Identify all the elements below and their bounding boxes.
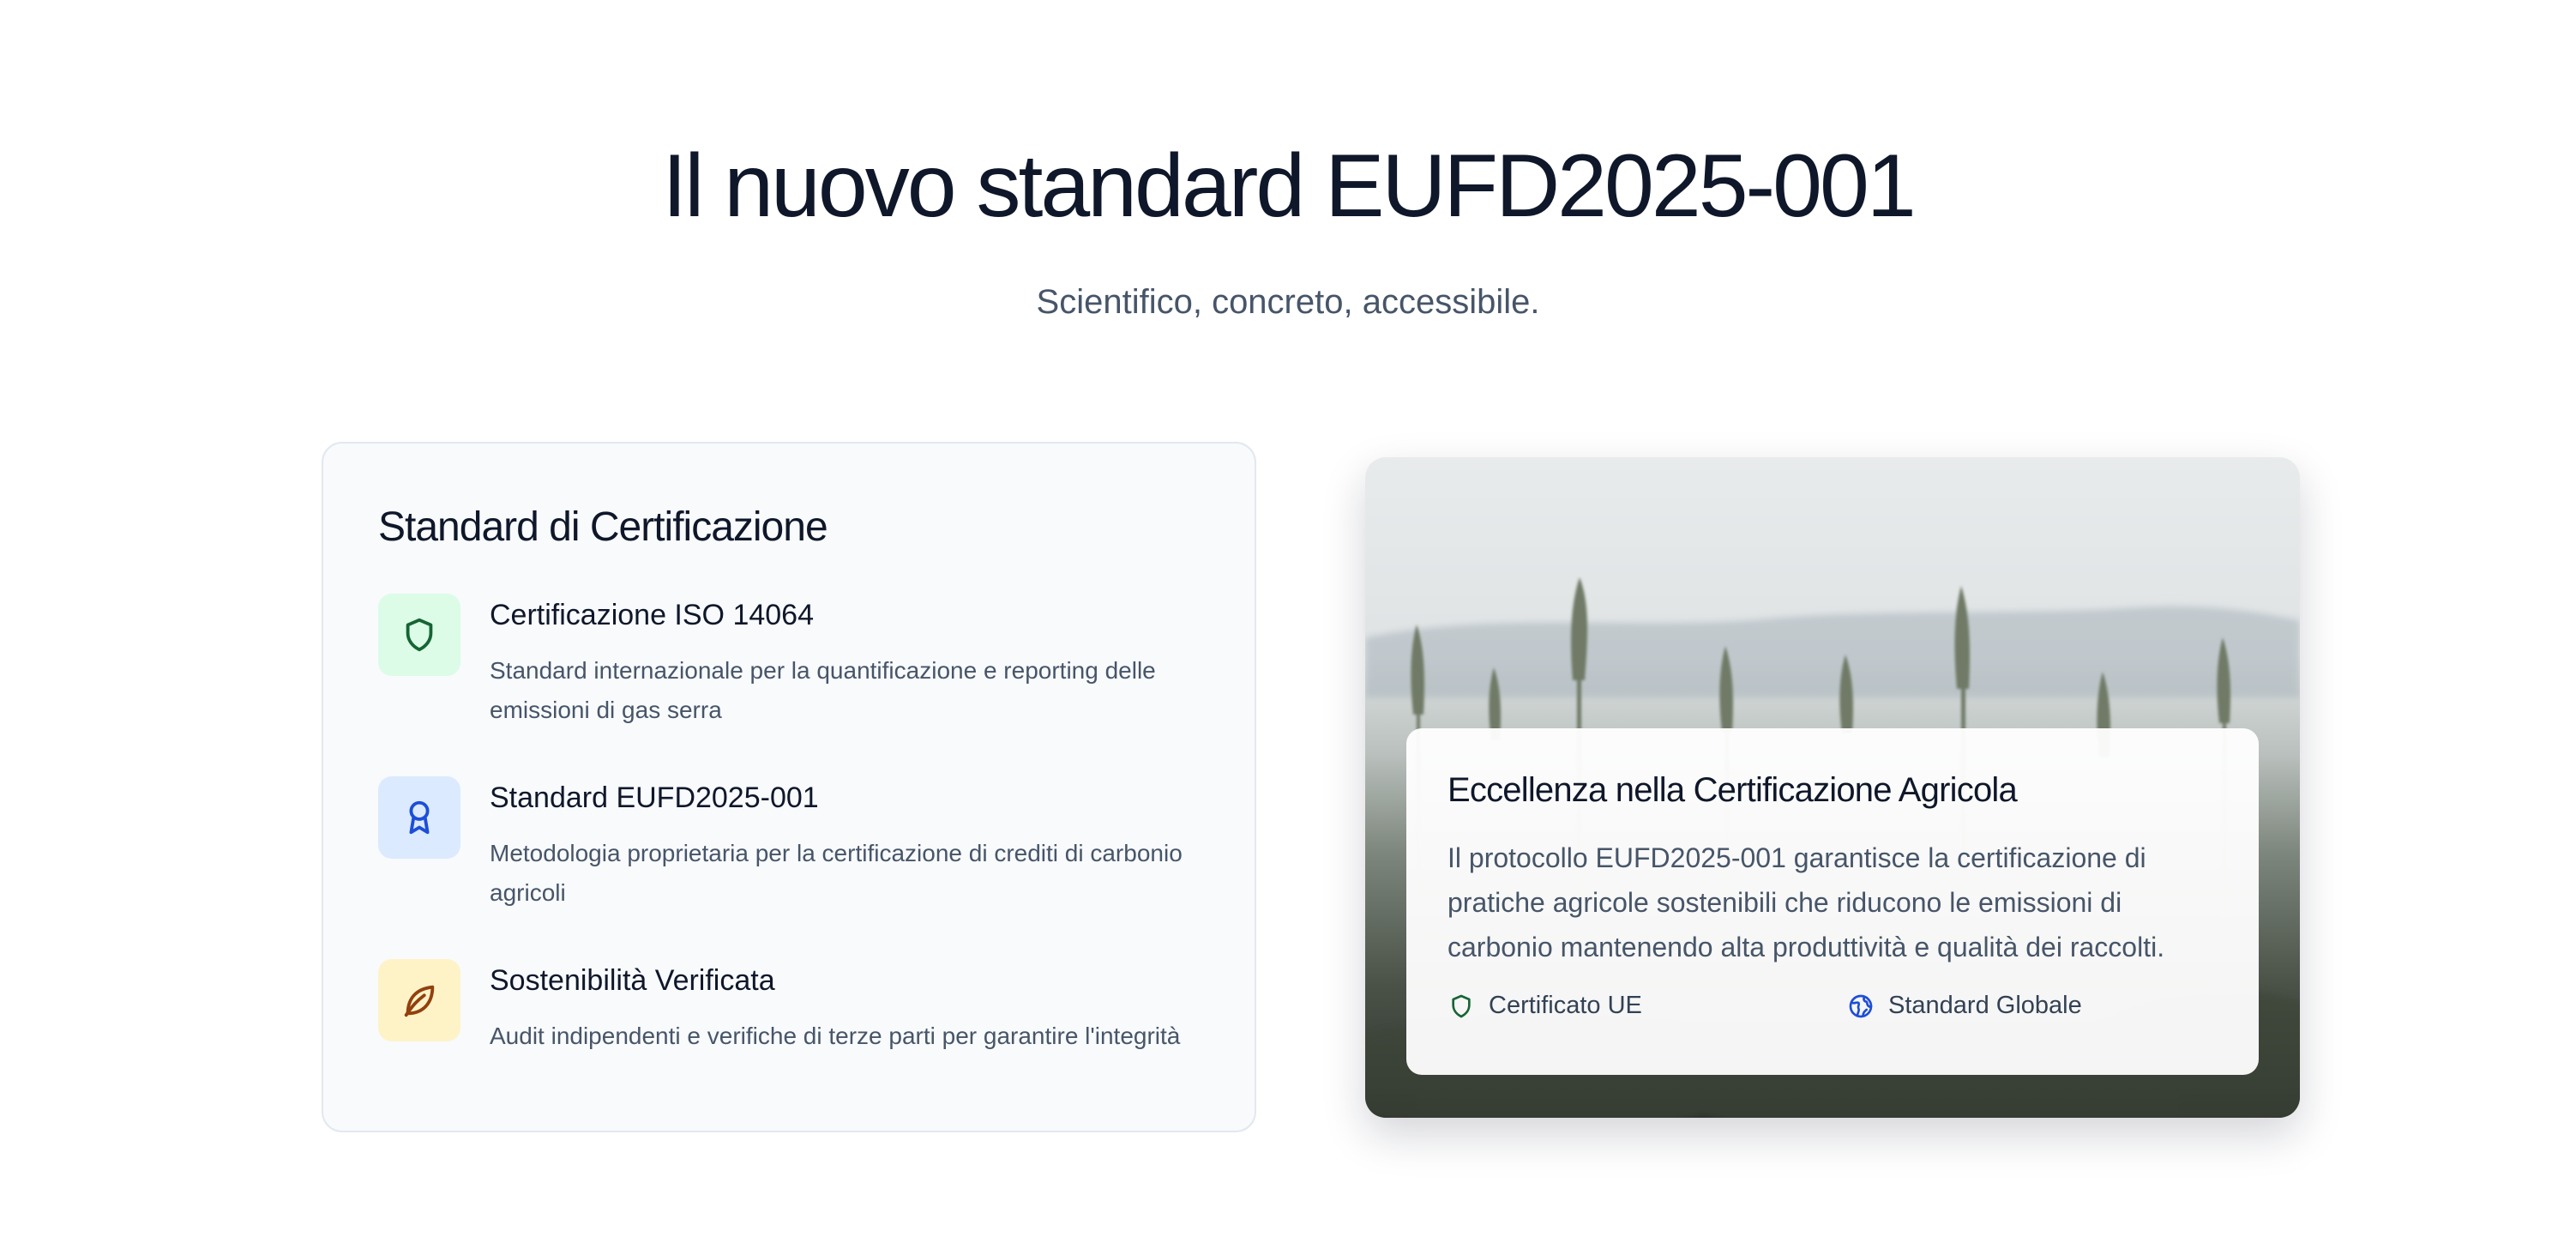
shield-icon bbox=[1452, 994, 1471, 1017]
info-panel-title: Eccellenza nella Certificazione Agricola bbox=[1447, 771, 2018, 809]
feature-title: Standard EUFD2025-001 bbox=[490, 781, 819, 814]
feature-description: Standard internazionale per la quantific… bbox=[490, 657, 1156, 723]
page-subtitle: Scientifico, concreto, accessibile. bbox=[1036, 283, 1540, 321]
feature-description: Metodologia proprietaria per la certific… bbox=[490, 840, 1183, 906]
page-title: Il nuovo standard EUFD2025-001 bbox=[662, 136, 1916, 236]
feature-item-iso: Certificazione ISO 14064 Standard intern… bbox=[378, 594, 1200, 730]
award-icon bbox=[378, 776, 460, 859]
feature-title: Certificazione ISO 14064 bbox=[490, 599, 814, 631]
globe-icon bbox=[1849, 994, 1873, 1017]
feature-item-sustainability: Sostenibilità Verificata Audit indipende… bbox=[378, 959, 1200, 1056]
leaf-icon bbox=[378, 959, 460, 1041]
feature-description: Audit indipendenti e verifiche di terze … bbox=[490, 1023, 1181, 1049]
certification-card-title: Standard di Certificazione bbox=[378, 504, 828, 550]
badge-label: Certificato UE bbox=[1489, 992, 1642, 1019]
feature-title: Sostenibilità Verificata bbox=[490, 964, 775, 997]
certification-info-panel: Eccellenza nella Certificazione Agricola… bbox=[1406, 728, 2259, 1075]
badge-label: Standard Globale bbox=[1888, 992, 2082, 1019]
feature-item-eufd: Standard EUFD2025-001 Metodologia propri… bbox=[378, 776, 1200, 913]
badge-certified-eu: Certificato UE bbox=[1447, 992, 1847, 1020]
badge-global-standard: Standard Globale bbox=[1847, 992, 2082, 1020]
certification-card: Standard di Certificazione Certificazion… bbox=[322, 442, 1256, 1132]
agricultural-image-card: Eccellenza nella Certificazione Agricola… bbox=[1365, 457, 2300, 1118]
info-panel-description: Il protocollo EUFD2025-001 garantisce la… bbox=[1447, 842, 2165, 962]
badge-list: Certificato UE Standard Globale bbox=[1447, 992, 2218, 1020]
shield-icon bbox=[378, 594, 460, 676]
